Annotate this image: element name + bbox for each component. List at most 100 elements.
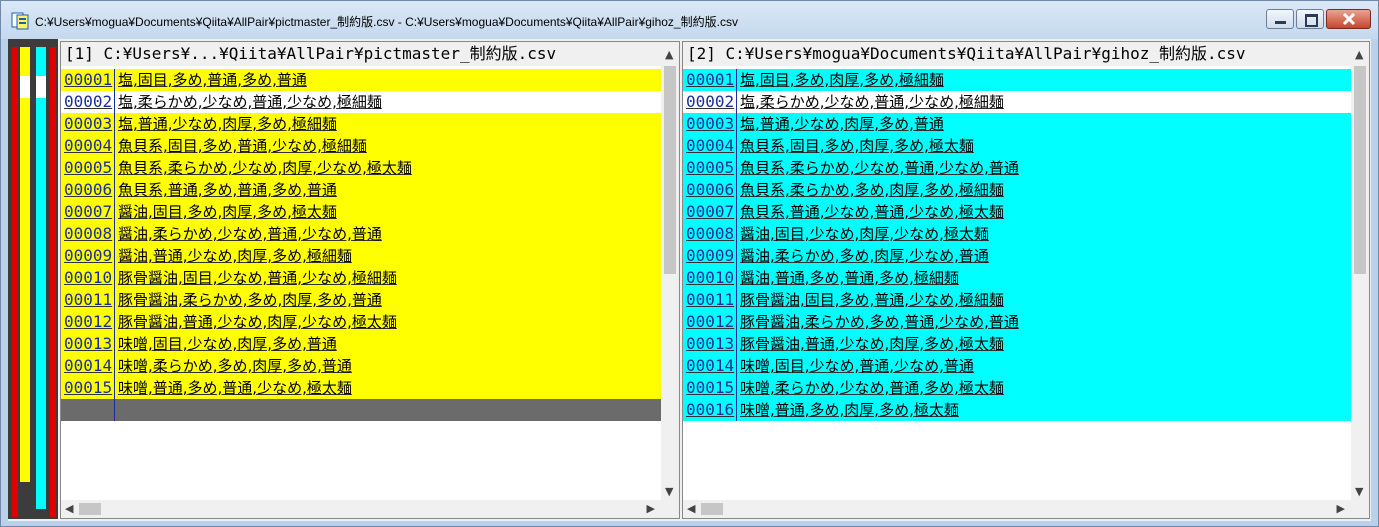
table-row[interactable]: 00013 味噌,固目,少なめ,肉厚,多め,普通: [61, 333, 661, 355]
table-row[interactable]: 00014 味噌,固目,少なめ,普通,少なめ,普通: [683, 355, 1351, 377]
scroll-left-icon[interactable]: ◀: [65, 502, 73, 515]
overview-left-column: [20, 47, 30, 482]
maximize-button[interactable]: [1296, 9, 1324, 29]
line-number: 00008: [61, 223, 115, 245]
scroll-right-icon[interactable]: ▶: [647, 502, 655, 515]
row-text: 魚貝系,固目,多め,普通,少なめ,極細麺: [118, 137, 367, 155]
right-horizontal-scrollbar[interactable]: ◀ ▶: [683, 500, 1351, 518]
table-row[interactable]: 00003 塩,普通,少なめ,肉厚,多め,極細麺: [61, 113, 661, 135]
row-text: 塩,普通,少なめ,肉厚,多め,普通: [740, 115, 944, 133]
line-number: 00009: [683, 245, 737, 267]
table-row[interactable]: 00014 味噌,柔らかめ,多め,肉厚,多め,普通: [61, 355, 661, 377]
table-row[interactable]: 00015 味噌,普通,多め,普通,少なめ,極太麺: [61, 377, 661, 399]
table-row[interactable]: 00007 魚貝系,普通,少なめ,普通,少なめ,極太麺: [683, 201, 1351, 223]
table-row[interactable]: 00005 魚貝系,柔らかめ,少なめ,肉厚,少なめ,極太麺: [61, 157, 661, 179]
line-number: 00004: [61, 135, 115, 157]
overview-left-same: [20, 76, 30, 98]
minimize-button[interactable]: [1266, 9, 1294, 29]
table-row[interactable]: 00004 魚貝系,固目,多め,普通,少なめ,極細麺: [61, 135, 661, 157]
table-row[interactable]: 00013 豚骨醤油,普通,少なめ,肉厚,多め,極太麺: [683, 333, 1351, 355]
left-vertical-thumb[interactable]: [664, 66, 676, 274]
title-bar[interactable]: C:¥Users¥mogua¥Documents¥Qiita¥AllPair¥p…: [1, 1, 1378, 39]
row-text: 魚貝系,柔らかめ,少なめ,肉厚,少なめ,極太麺: [118, 159, 412, 177]
right-vertical-scrollbar[interactable]: ▲ ▼: [1351, 42, 1369, 500]
line-number: 00013: [683, 333, 737, 355]
table-row[interactable]: 00011 豚骨醤油,固目,多め,普通,少なめ,極細麺: [683, 289, 1351, 311]
line-number: 00005: [61, 157, 115, 179]
row-text: 塩,柔らかめ,少なめ,普通,少なめ,極細麺: [118, 93, 382, 111]
table-row[interactable]: 00016 味噌,普通,多め,肉厚,多め,極太麺: [683, 399, 1351, 421]
table-row[interactable]: 00003 塩,普通,少なめ,肉厚,多め,普通: [683, 113, 1351, 135]
row-text: 魚貝系,柔らかめ,少なめ,普通,少なめ,普通: [740, 159, 1019, 177]
table-row[interactable]: 00002 塩,柔らかめ,少なめ,普通,少なめ,極細麺: [683, 91, 1351, 113]
right-horizontal-thumb[interactable]: [701, 503, 723, 515]
row-text: 味噌,柔らかめ,多め,肉厚,多め,普通: [118, 357, 352, 375]
table-row[interactable]: 00001 塩,固目,多め,普通,多め,普通: [61, 69, 661, 91]
table-row[interactable]: 00010 豚骨醤油,固目,少なめ,普通,少なめ,極細麺: [61, 267, 661, 289]
row-text: 魚貝系,普通,多め,普通,多め,普通: [118, 181, 337, 199]
table-row[interactable]: 00001 塩,固目,多め,肉厚,多め,極細麺: [683, 69, 1351, 91]
minimize-icon: [1275, 21, 1286, 24]
scroll-up-icon[interactable]: ▲: [665, 48, 673, 61]
scroll-down-icon[interactable]: ▼: [1355, 485, 1363, 498]
overview-marker: [12, 47, 18, 517]
table-row[interactable]: 00007 醤油,固目,多め,肉厚,多め,極太麺: [61, 201, 661, 223]
line-number: 00013: [61, 333, 115, 355]
overview-marker-right: [50, 47, 56, 517]
window-title: C:¥Users¥mogua¥Documents¥Qiita¥AllPair¥p…: [35, 15, 738, 29]
line-number: 00014: [683, 355, 737, 377]
scroll-up-icon[interactable]: ▲: [1355, 48, 1363, 61]
scroll-down-icon[interactable]: ▼: [665, 485, 673, 498]
row-text: 醤油,柔らかめ,多め,肉厚,少なめ,普通: [740, 247, 989, 265]
left-horizontal-scrollbar[interactable]: ◀ ▶: [61, 500, 661, 518]
line-number: 00011: [61, 289, 115, 311]
row-text: 豚骨醤油,普通,少なめ,肉厚,多め,極太麺: [740, 335, 1004, 353]
line-number: 00010: [61, 267, 115, 289]
table-row[interactable]: 00015 味噌,柔らかめ,少なめ,普通,多め,極太麺: [683, 377, 1351, 399]
table-row[interactable]: 00006 魚貝系,柔らかめ,多め,肉厚,多め,極細麺: [683, 179, 1351, 201]
line-number: 00010: [683, 267, 737, 289]
close-icon: [1342, 13, 1356, 26]
line-number: 00015: [61, 377, 115, 399]
table-row[interactable]: 00008 醤油,固目,少なめ,肉厚,少なめ,極太麺: [683, 223, 1351, 245]
diff-overview-bar[interactable]: [8, 39, 58, 519]
line-number: 00012: [61, 311, 115, 333]
row-text: 醤油,固目,多め,肉厚,多め,極太麺: [118, 203, 337, 221]
left-horizontal-thumb[interactable]: [79, 503, 101, 515]
scroll-left-icon[interactable]: ◀: [687, 502, 695, 515]
resize-grip-icon[interactable]: [1351, 500, 1369, 518]
line-number: 00001: [683, 69, 737, 91]
table-row[interactable]: 00005 魚貝系,柔らかめ,少なめ,普通,少なめ,普通: [683, 157, 1351, 179]
line-number: 00002: [61, 91, 115, 113]
line-number: 00002: [683, 91, 737, 113]
close-button[interactable]: [1326, 9, 1371, 29]
right-vertical-thumb[interactable]: [1354, 66, 1366, 274]
table-row[interactable]: 00008 醤油,柔らかめ,少なめ,普通,少なめ,普通: [61, 223, 661, 245]
table-row[interactable]: 00002 塩,柔らかめ,少なめ,普通,少なめ,極細麺: [61, 91, 661, 113]
row-text: 醤油,普通,少なめ,肉厚,多め,極細麺: [118, 247, 352, 265]
right-rows: 00001 塩,固目,多め,肉厚,多め,極細麺 00002 塩,柔らかめ,少なめ,普通…: [683, 69, 1351, 421]
table-row[interactable]: 00004 魚貝系,固目,多め,肉厚,多め,極太麺: [683, 135, 1351, 157]
table-row[interactable]: 00012 豚骨醤油,柔らかめ,多め,普通,少なめ,普通: [683, 311, 1351, 333]
left-scroll-corner: [661, 500, 679, 518]
line-number: 00008: [683, 223, 737, 245]
table-row[interactable]: 00006 魚貝系,普通,多め,普通,多め,普通: [61, 179, 661, 201]
row-text: 味噌,固目,少なめ,普通,少なめ,普通: [740, 357, 974, 375]
left-vertical-scrollbar[interactable]: ▲ ▼: [661, 42, 679, 500]
right-file-pane[interactable]: [2] C:¥Users¥mogua¥Documents¥Qiita¥AllPa…: [682, 41, 1370, 519]
table-row[interactable]: 00010 醤油,普通,多め,普通,多め,極細麺: [683, 267, 1351, 289]
row-text: 塩,普通,少なめ,肉厚,多め,極細麺: [118, 115, 337, 133]
row-text: 豚骨醤油,柔らかめ,多め,普通,少なめ,普通: [740, 313, 1019, 331]
table-row[interactable]: 00009 醤油,柔らかめ,多め,肉厚,少なめ,普通: [683, 245, 1351, 267]
left-file-pane[interactable]: [1] C:¥Users¥...¥Qiita¥AllPair¥pictmaste…: [60, 41, 680, 519]
row-text: 塩,固目,多め,肉厚,多め,極細麺: [740, 71, 944, 89]
missing-line-placeholder: [61, 399, 661, 421]
line-number: 00004: [683, 135, 737, 157]
row-text: 魚貝系,普通,少なめ,普通,少なめ,極太麺: [740, 203, 1004, 221]
table-row[interactable]: 00012 豚骨醤油,普通,少なめ,肉厚,少なめ,極太麺: [61, 311, 661, 333]
table-row[interactable]: 00011 豚骨醤油,柔らかめ,多め,肉厚,多め,普通: [61, 289, 661, 311]
row-text: 醤油,固目,少なめ,肉厚,少なめ,極太麺: [740, 225, 989, 243]
overview-right-column: [36, 47, 46, 509]
scroll-right-icon[interactable]: ▶: [1337, 502, 1345, 515]
table-row[interactable]: 00009 醤油,普通,少なめ,肉厚,多め,極細麺: [61, 245, 661, 267]
